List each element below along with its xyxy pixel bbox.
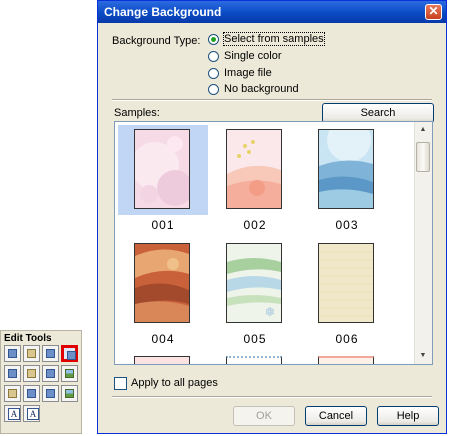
- edit-tool-9-icon: [8, 389, 17, 398]
- radio-no-background-indicator[interactable]: [208, 84, 219, 95]
- edit-tool-5-button[interactable]: [4, 365, 21, 382]
- dialog-title: Change Background: [104, 5, 222, 19]
- edit-tool-11-icon: [46, 389, 55, 398]
- sample-number: 003: [335, 218, 359, 232]
- apply-to-all-pages-label[interactable]: Apply to all pages: [131, 377, 218, 389]
- edit-tool-2-icon: [27, 349, 36, 358]
- help-button[interactable]: Help: [377, 406, 439, 426]
- sample-thumbnail-003[interactable]: [318, 129, 374, 209]
- edit-tool-11-button[interactable]: [42, 385, 59, 402]
- scrollbar-thumb[interactable]: [416, 142, 430, 172]
- change-background-tool-button[interactable]: [61, 345, 78, 362]
- close-button[interactable]: ✕: [425, 4, 442, 20]
- sample-thumbnail-partial[interactable]: [134, 356, 190, 364]
- svg-text:❄: ❄: [265, 305, 275, 319]
- edit-tool-8-button[interactable]: [61, 365, 78, 382]
- edit-tool-12-icon: [65, 389, 74, 398]
- divider: [112, 396, 432, 398]
- samples-label: Samples:: [114, 107, 160, 119]
- sample-number: 004: [151, 332, 175, 346]
- close-icon: ✕: [428, 4, 439, 18]
- sample-thumbnail-001[interactable]: [134, 129, 190, 209]
- sample-thumbnail-004[interactable]: [134, 243, 190, 323]
- edit-tool-1-icon: [8, 349, 17, 358]
- edit-tool-9-button[interactable]: [4, 385, 21, 402]
- sample-item[interactable]: 003: [302, 125, 392, 237]
- scroll-down-arrow-icon[interactable]: ▼: [415, 348, 431, 364]
- search-backgrounds-button[interactable]: Search backgrounds...: [322, 103, 434, 137]
- apply-to-all-pages-checkbox[interactable]: [114, 377, 127, 390]
- radio-select-from-samples-indicator[interactable]: [208, 34, 219, 45]
- samples-scrollbar[interactable]: ▲ ▼: [414, 122, 432, 364]
- radio-single-color-indicator[interactable]: [208, 51, 219, 62]
- edit-tools-title: Edit Tools: [4, 333, 52, 344]
- sample-number: 002: [243, 218, 267, 232]
- sample-item[interactable]: 001: [118, 125, 208, 237]
- radio-image-file-label[interactable]: Image file: [224, 67, 272, 79]
- sample-thumbnail-partial[interactable]: [318, 356, 374, 364]
- edit-tool-5-icon: [8, 369, 17, 378]
- samples-list[interactable]: 001 002 003 004 ❄ 005 006 ▲ ▼: [114, 121, 433, 365]
- edit-tool-7-icon: [46, 369, 55, 378]
- edit-tools-palette: Edit Tools AA: [0, 330, 82, 434]
- ok-button[interactable]: OK: [233, 406, 295, 426]
- sample-number: 001: [151, 218, 175, 232]
- sample-item[interactable]: ❄ 005: [210, 239, 300, 351]
- edit-tool-1-button[interactable]: [4, 345, 21, 362]
- sample-item[interactable]: 004: [118, 239, 208, 351]
- dialog-titlebar[interactable]: Change Background ✕: [98, 1, 446, 23]
- edit-tool-3-button[interactable]: [42, 345, 59, 362]
- radio-single-color-label[interactable]: Single color: [224, 50, 281, 62]
- edit-tool-3-icon: [46, 349, 55, 358]
- edit-tool-8-icon: [65, 369, 74, 378]
- vertical-text-tool-button[interactable]: A: [23, 405, 40, 422]
- sample-item[interactable]: 002: [210, 125, 300, 237]
- edit-tool-12-button[interactable]: [61, 385, 78, 402]
- sample-item[interactable]: 006: [302, 239, 392, 351]
- radio-select-from-samples-label[interactable]: Select from samples: [223, 32, 325, 46]
- sample-number: 005: [243, 332, 267, 346]
- sample-number: 006: [335, 332, 359, 346]
- sample-thumbnail-002[interactable]: [226, 129, 282, 209]
- background-type-label: Background Type:: [112, 35, 201, 47]
- vertical-text-tool-icon: A: [27, 408, 39, 420]
- radio-image-file-indicator[interactable]: [208, 68, 219, 79]
- radio-no-background-label[interactable]: No background: [224, 83, 299, 95]
- sample-thumbnail-005[interactable]: ❄: [226, 243, 282, 323]
- edit-tool-2-button[interactable]: [23, 345, 40, 362]
- add-text-tool-button[interactable]: A: [4, 405, 21, 422]
- edit-tool-10-icon: [27, 389, 36, 398]
- change-background-dialog: Change Background ✕ Background Type: Sel…: [97, 0, 447, 434]
- scroll-up-arrow-icon[interactable]: ▲: [415, 122, 431, 138]
- add-text-tool-icon: A: [8, 408, 20, 420]
- edit-tool-10-button[interactable]: [23, 385, 40, 402]
- edit-tool-6-button[interactable]: [23, 365, 40, 382]
- sample-thumbnail-partial[interactable]: [226, 356, 282, 364]
- sample-thumbnail-006[interactable]: [318, 243, 374, 323]
- change-background-tool-icon: [67, 351, 76, 360]
- cancel-button[interactable]: Cancel: [305, 406, 367, 426]
- divider: [112, 99, 432, 101]
- edit-tool-6-icon: [27, 369, 36, 378]
- edit-tool-7-button[interactable]: [42, 365, 59, 382]
